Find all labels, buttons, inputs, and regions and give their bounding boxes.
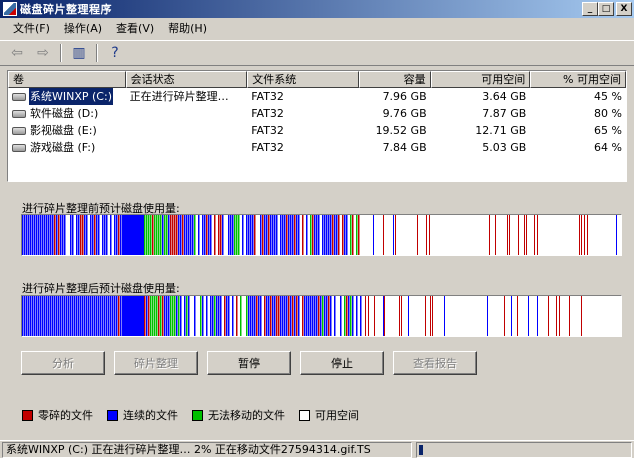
status-progress-fill bbox=[419, 445, 423, 455]
defrag-app-icon bbox=[3, 2, 17, 16]
legend-item: 可用空间 bbox=[299, 407, 359, 423]
hard-drive-icon bbox=[12, 126, 26, 135]
legend-item: 零碎的文件 bbox=[22, 407, 93, 423]
status-bar: 系统WINXP (C:) 正在进行碎片整理… 2% 正在移动文件27594314… bbox=[0, 440, 634, 458]
volume-cell: 影视磁盘 (E:) bbox=[8, 122, 126, 139]
column-percent-free[interactable]: % 可用空间 bbox=[530, 71, 626, 88]
toolbar: ⇦ ⇨ ▥ ? bbox=[0, 40, 634, 66]
window-title: 磁盘碎片整理程序 bbox=[20, 3, 112, 16]
analyze-button[interactable]: 分析 bbox=[21, 351, 105, 375]
table-row[interactable]: 系统WINXP (C:) 正在进行碎片整理… FAT32 7.96 GB 3.6… bbox=[8, 88, 626, 105]
after-defrag-usage-bar bbox=[21, 295, 622, 337]
capacity: 9.76 GB bbox=[382, 107, 427, 120]
legend-item: 连续的文件 bbox=[107, 407, 178, 423]
back-arrow-icon[interactable]: ⇦ bbox=[6, 43, 28, 63]
legend-label: 无法移动的文件 bbox=[208, 409, 285, 422]
percent-free: 45 % bbox=[594, 90, 622, 103]
before-defrag-usage-bar bbox=[21, 214, 622, 256]
percent-free: 80 % bbox=[594, 107, 622, 120]
free-space: 7.87 GB bbox=[482, 107, 527, 120]
help-icon[interactable]: ? bbox=[104, 43, 126, 63]
title-bar: 磁盘碎片整理程序 _ □ X bbox=[0, 0, 634, 18]
column-file-system[interactable]: 文件系统 bbox=[247, 71, 359, 88]
forward-arrow-icon[interactable]: ⇨ bbox=[32, 43, 54, 63]
menu-help[interactable]: 帮助(H) bbox=[161, 19, 214, 39]
menu-view[interactable]: 查看(V) bbox=[109, 19, 161, 39]
legend-label: 零碎的文件 bbox=[38, 409, 93, 422]
volume-list: 卷 会话状态 文件系统 容量 可用空间 % 可用空间 系统WINXP (C:) … bbox=[7, 70, 627, 182]
free-space: 3.64 GB bbox=[482, 90, 527, 103]
status-text: 系统WINXP (C:) 正在进行碎片整理… 2% 正在移动文件27594314… bbox=[2, 442, 412, 458]
percent-free: 64 % bbox=[594, 141, 622, 154]
maximize-button[interactable]: □ bbox=[598, 2, 614, 16]
column-free-space[interactable]: 可用空间 bbox=[430, 71, 531, 88]
capacity: 19.52 GB bbox=[375, 124, 427, 137]
volume-name: 游戏磁盘 (F:) bbox=[30, 141, 96, 154]
table-row[interactable]: 游戏磁盘 (F:) FAT32 7.84 GB 5.03 GB 64 % bbox=[8, 139, 626, 156]
percent-free: 65 % bbox=[594, 124, 622, 137]
legend: 零碎的文件 连续的文件 无法移动的文件 可用空间 bbox=[22, 407, 373, 423]
column-volume[interactable]: 卷 bbox=[8, 71, 126, 88]
volume-name: 软件磁盘 (D:) bbox=[30, 107, 99, 120]
legend-swatch-contiguous bbox=[107, 409, 118, 421]
hard-drive-icon bbox=[12, 92, 26, 101]
stop-button[interactable]: 停止 bbox=[300, 351, 384, 375]
close-button[interactable]: X bbox=[616, 2, 632, 16]
file-system: FAT32 bbox=[251, 90, 284, 103]
toolbar-separator bbox=[60, 44, 62, 62]
free-space: 12.71 GB bbox=[475, 124, 527, 137]
pause-button[interactable]: 暂停 bbox=[207, 351, 291, 375]
hard-drive-icon bbox=[12, 143, 26, 152]
legend-label: 可用空间 bbox=[315, 409, 359, 422]
legend-swatch-free-space bbox=[299, 409, 310, 421]
volume-name: 系统WINXP (C:) bbox=[29, 88, 113, 105]
volume-list-header: 卷 会话状态 文件系统 容量 可用空间 % 可用空间 bbox=[8, 71, 626, 88]
session-status: 正在进行碎片整理… bbox=[129, 90, 229, 103]
legend-swatch-unmovable bbox=[192, 409, 203, 421]
window-controls: _ □ X bbox=[582, 2, 632, 16]
table-row[interactable]: 软件磁盘 (D:) FAT32 9.76 GB 7.87 GB 80 % bbox=[8, 105, 626, 122]
legend-label: 连续的文件 bbox=[123, 409, 178, 422]
capacity: 7.96 GB bbox=[382, 90, 427, 103]
table-row[interactable]: 影视磁盘 (E:) FAT32 19.52 GB 12.71 GB 65 % bbox=[8, 122, 626, 139]
file-system: FAT32 bbox=[251, 124, 284, 137]
hard-drive-icon bbox=[12, 109, 26, 118]
legend-swatch-fragmented bbox=[22, 409, 33, 421]
volume-cell: 游戏磁盘 (F:) bbox=[8, 139, 126, 156]
action-buttons: 分析 碎片整理 暂停 停止 查看报告 bbox=[21, 351, 477, 375]
toolbar-separator bbox=[96, 44, 98, 62]
file-system: FAT32 bbox=[251, 141, 284, 154]
free-space: 5.03 GB bbox=[482, 141, 527, 154]
minimize-button[interactable]: _ bbox=[582, 2, 598, 16]
after-defrag-label: 进行碎片整理后预计磁盘使用量: bbox=[22, 282, 180, 295]
volume-cell: 软件磁盘 (D:) bbox=[8, 105, 126, 122]
volume-name: 影视磁盘 (E:) bbox=[30, 124, 97, 137]
status-progress-bar bbox=[416, 442, 632, 458]
menu-bar: 文件(F) 操作(A) 查看(V) 帮助(H) bbox=[0, 19, 634, 39]
show-hide-console-tree-icon[interactable]: ▥ bbox=[68, 43, 90, 63]
view-report-button[interactable]: 查看报告 bbox=[393, 351, 477, 375]
column-session-status[interactable]: 会话状态 bbox=[125, 71, 248, 88]
column-capacity[interactable]: 容量 bbox=[358, 71, 431, 88]
file-system: FAT32 bbox=[251, 107, 284, 120]
legend-item: 无法移动的文件 bbox=[192, 407, 285, 423]
capacity: 7.84 GB bbox=[382, 141, 427, 154]
menu-file[interactable]: 文件(F) bbox=[6, 19, 57, 39]
menu-action[interactable]: 操作(A) bbox=[57, 19, 109, 39]
volume-cell: 系统WINXP (C:) bbox=[8, 88, 126, 105]
defragment-button[interactable]: 碎片整理 bbox=[114, 351, 198, 375]
